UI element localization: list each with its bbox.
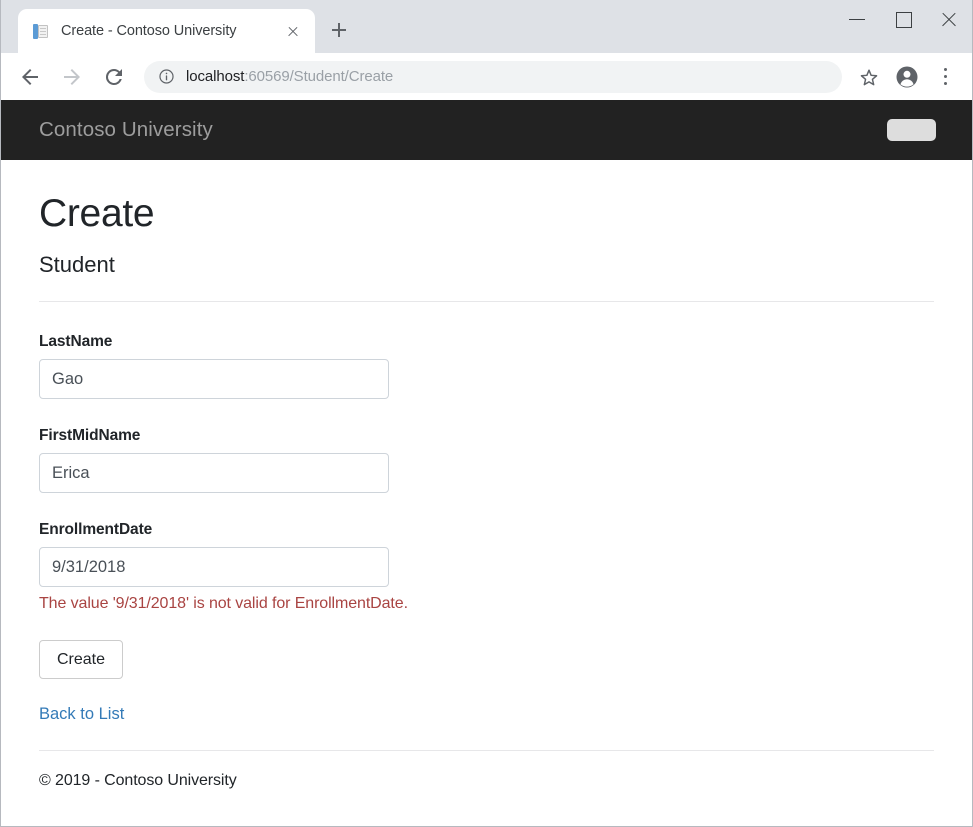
enrollmentdate-input[interactable]	[39, 547, 389, 587]
lastname-label: LastName	[39, 333, 934, 351]
site-navbar: Contoso University	[1, 100, 972, 160]
firstmidname-input[interactable]	[39, 453, 389, 493]
form-group-firstmidname: FirstMidName	[39, 427, 934, 493]
url-text: localhost:60569/Student/Create	[186, 68, 393, 85]
create-student-form: LastName FirstMidName EnrollmentDate The…	[39, 333, 934, 679]
back-link-wrapper: Back to List	[39, 705, 934, 724]
footer-copyright: © 2019 - Contoso University	[39, 772, 934, 790]
page-title: Create	[39, 193, 934, 236]
maximize-icon[interactable]	[880, 0, 926, 38]
create-submit-button[interactable]: Create	[39, 640, 123, 679]
browser-tab-create-contoso-university[interactable]: Create - Contoso University	[18, 9, 315, 53]
window-controls	[834, 0, 972, 38]
close-icon[interactable]	[926, 0, 972, 38]
tab-strip: Create - Contoso University	[1, 0, 972, 53]
page-subtitle: Student	[39, 253, 934, 277]
footer-divider	[39, 750, 934, 751]
reload-icon[interactable]	[96, 59, 132, 95]
navbar-toggler-button[interactable]	[887, 119, 936, 141]
document-icon	[32, 23, 49, 40]
address-bar[interactable]: localhost:60569/Student/Create	[144, 61, 842, 93]
tab-title: Create - Contoso University	[61, 23, 275, 39]
plus-icon[interactable]	[325, 16, 353, 44]
url-host: localhost	[186, 68, 244, 85]
url-path: :60569/Student/Create	[244, 68, 393, 85]
account-avatar-icon[interactable]	[890, 60, 924, 94]
form-group-enrollmentdate: EnrollmentDate The value '9/31/2018' is …	[39, 521, 934, 613]
enrollmentdate-validation-message: The value '9/31/2018' is not valid for E…	[39, 595, 934, 613]
page-container: Create Student LastName FirstMidName Enr…	[1, 193, 972, 790]
browser-toolbar: localhost:60569/Student/Create	[1, 53, 972, 100]
navbar-brand[interactable]: Contoso University	[39, 118, 213, 142]
star-icon[interactable]	[852, 60, 886, 94]
minimize-icon[interactable]	[834, 0, 880, 38]
page-viewport: Contoso University Create Student LastNa…	[1, 100, 972, 825]
back-arrow-icon[interactable]	[12, 59, 48, 95]
info-circle-icon[interactable]	[158, 68, 175, 85]
header-divider	[39, 301, 934, 302]
three-dot-menu-icon[interactable]	[928, 60, 962, 94]
back-to-list-link[interactable]: Back to List	[39, 705, 124, 723]
form-group-lastname: LastName	[39, 333, 934, 399]
enrollmentdate-label: EnrollmentDate	[39, 521, 934, 539]
close-icon[interactable]	[281, 19, 305, 43]
forward-arrow-icon	[54, 59, 90, 95]
lastname-input[interactable]	[39, 359, 389, 399]
browser-window: Create - Contoso University	[0, 0, 973, 827]
firstmidname-label: FirstMidName	[39, 427, 934, 445]
